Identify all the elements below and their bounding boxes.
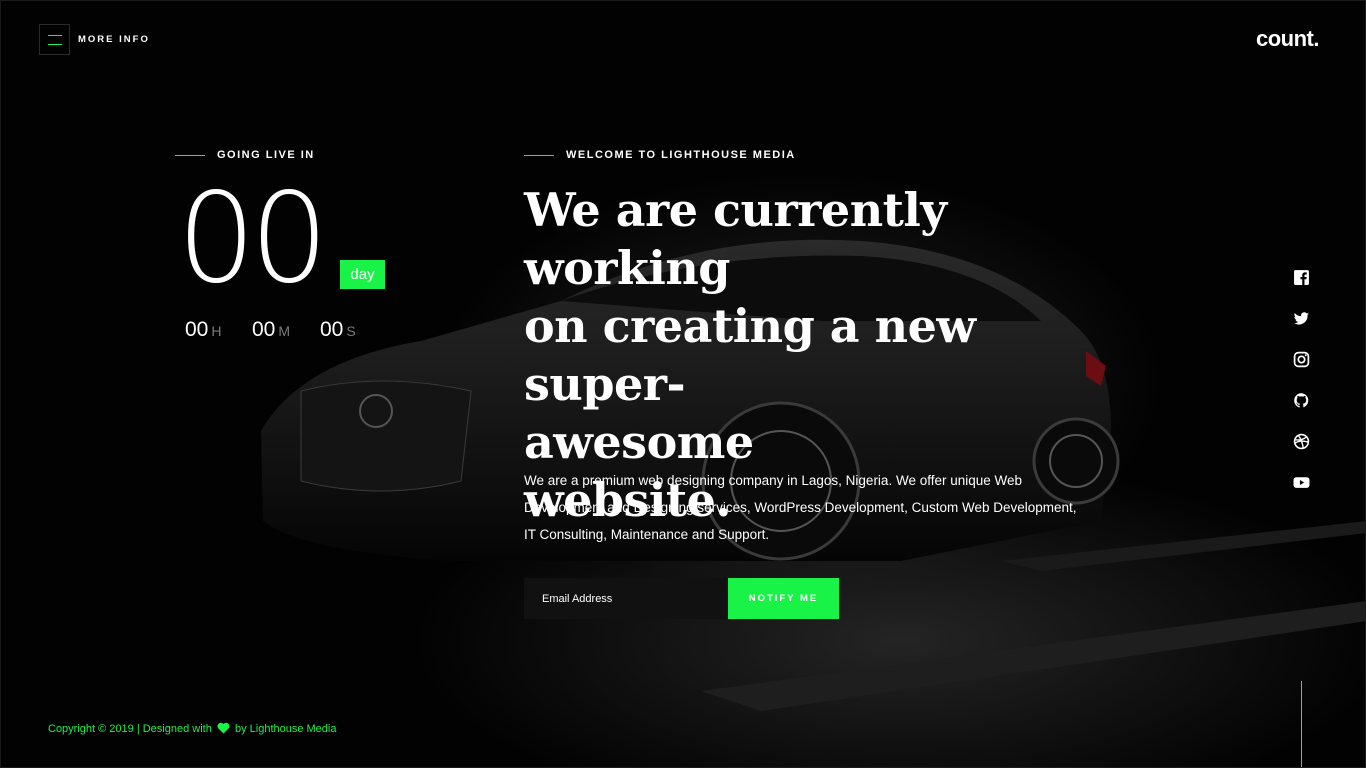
menu-line-icon xyxy=(47,34,62,36)
instagram-icon[interactable] xyxy=(1293,351,1310,368)
email-field[interactable] xyxy=(524,578,728,619)
days-counter: 00 xyxy=(177,167,329,311)
notify-me-button[interactable]: NOTIFY ME xyxy=(728,578,839,619)
more-info-link[interactable]: MORE INFO xyxy=(78,34,150,45)
site-logo[interactable]: count. xyxy=(1256,26,1320,52)
accent-line xyxy=(175,154,205,156)
coming-soon-page: MORE INFO count. GOING LIVE IN 00 day 00… xyxy=(0,0,1366,768)
hours-unit: H xyxy=(211,323,222,339)
minutes-counter: 00 M xyxy=(252,318,290,342)
github-icon[interactable] xyxy=(1293,392,1310,409)
facebook-icon[interactable] xyxy=(1293,269,1310,286)
copyright-prefix: Copyright © 2019 | Designed with xyxy=(48,723,212,735)
hours-value: 00 xyxy=(185,318,209,341)
dribbble-icon[interactable] xyxy=(1293,433,1310,450)
headline-line: awesome xyxy=(524,415,754,469)
twitter-icon[interactable] xyxy=(1293,310,1310,327)
decorative-divider xyxy=(1301,681,1302,767)
hours-counter: 00 H xyxy=(185,318,221,342)
days-unit-badge: day xyxy=(340,260,385,289)
menu-toggle-button[interactable] xyxy=(39,24,70,55)
headline-line: We are currently working xyxy=(524,183,947,295)
minutes-value: 00 xyxy=(252,318,276,341)
countdown-label: GOING LIVE IN xyxy=(175,149,315,161)
copyright-text: Copyright © 2019 | Designed with by Ligh… xyxy=(48,722,336,735)
social-links xyxy=(1293,269,1310,491)
minutes-unit: M xyxy=(278,323,291,339)
menu-line-icon xyxy=(47,43,62,45)
youtube-icon[interactable] xyxy=(1293,474,1310,491)
seconds-value: 00 xyxy=(320,318,344,341)
headline-line: on creating a new super- xyxy=(524,299,976,411)
welcome-label-text: WELCOME TO LIGHTHOUSE MEDIA xyxy=(566,149,796,161)
copyright-suffix: by Lighthouse Media xyxy=(234,723,337,735)
countdown-label-text: GOING LIVE IN xyxy=(217,149,315,161)
seconds-unit: S xyxy=(346,323,356,339)
welcome-label: WELCOME TO LIGHTHOUSE MEDIA xyxy=(524,149,796,161)
seconds-counter: 00 S xyxy=(320,318,356,342)
heart-icon xyxy=(217,722,230,734)
accent-line xyxy=(524,154,554,156)
company-description: We are a premium web designing company i… xyxy=(524,473,1077,542)
